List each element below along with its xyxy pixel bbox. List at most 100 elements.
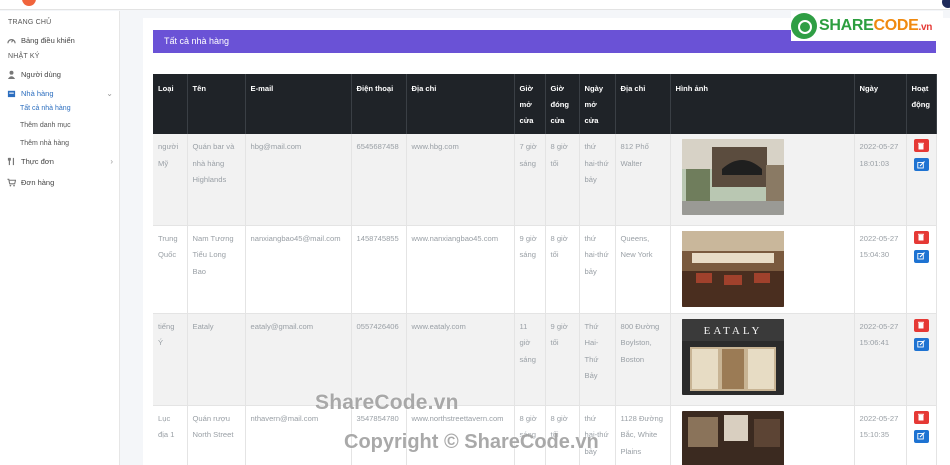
- cell-image: [670, 405, 855, 465]
- restaurant-image: [681, 410, 784, 465]
- column-header[interactable]: Giờ đóng cửa: [545, 74, 580, 134]
- cell-date: 2022-05-27 15:06:41: [854, 313, 907, 406]
- brand-accent: CODE: [873, 17, 919, 34]
- sidebar-item-label: Đơn hàng: [21, 177, 55, 187]
- watermark-title: ShareCode.vn: [315, 391, 459, 414]
- cell-image: EATALY: [670, 313, 855, 406]
- column-header[interactable]: Giờ mở cửa: [514, 74, 546, 134]
- app-logo[interactable]: [22, 0, 36, 6]
- sidebar-item-orders[interactable]: Đơn hàng: [0, 174, 119, 190]
- restaurants-table: Loại Tên E-mail Điện thoại Địa chỉ Giờ m…: [153, 74, 937, 465]
- column-header[interactable]: Hình ảnh: [670, 74, 855, 134]
- column-header[interactable]: Ngày mở cửa: [579, 74, 616, 134]
- restaurant-image: [681, 139, 784, 215]
- cell-email: hbg@mail.com: [245, 134, 352, 226]
- cell-open-time: 9 giờ sáng: [514, 225, 546, 314]
- edit-icon: [917, 252, 925, 260]
- column-header[interactable]: Loại: [153, 74, 188, 134]
- cell-actions: [906, 313, 937, 406]
- restaurant-icon: [7, 89, 16, 98]
- cell-open-days: Thứ Hai-Thứ Bảy: [579, 313, 616, 406]
- user-icon: [7, 70, 16, 79]
- table-row: Trung Quốc Nam Tương Tiểu Long Bao nanxi…: [153, 225, 937, 314]
- cell-open-days: thứ hai-thứ bảy: [579, 225, 616, 314]
- cell-email: nanxiangbao45@mail.com: [245, 225, 352, 314]
- cell-open-time: 11 giờ sáng: [514, 313, 546, 406]
- sign-text: EATALY: [703, 325, 762, 337]
- trash-icon: [918, 142, 924, 149]
- cell-phone: 6545687458: [351, 134, 407, 226]
- edit-button[interactable]: [913, 337, 929, 351]
- cell-close-time: 8 giờ tối: [545, 225, 580, 314]
- delete-button[interactable]: [913, 139, 929, 152]
- edit-button[interactable]: [913, 249, 929, 263]
- edit-button[interactable]: [913, 158, 929, 171]
- cell-open-time: 7 giờ sáng: [514, 134, 546, 226]
- brand-text: SHARECODE.vn: [819, 17, 932, 35]
- edit-button[interactable]: [913, 429, 929, 443]
- cell-date: 2022-05-27 15:10:35: [854, 405, 907, 465]
- delete-button[interactable]: [913, 410, 929, 424]
- cart-icon: [7, 178, 16, 187]
- cell-type: Trung Quốc: [153, 225, 188, 314]
- restaurant-image: [681, 230, 784, 307]
- column-header[interactable]: Hoạt động: [906, 74, 937, 134]
- cell-actions: [906, 405, 937, 465]
- table-row: tiếng Ý Eataly eataly@gmail.com 05574264…: [153, 313, 937, 406]
- column-header[interactable]: Địa chỉ: [406, 74, 515, 134]
- column-header[interactable]: Địa chỉ: [615, 74, 671, 134]
- edit-icon: [917, 432, 925, 440]
- sidebar-subitem-add-restaurant[interactable]: Thêm nhà hàng: [0, 135, 119, 153]
- brand-icon: [791, 13, 817, 39]
- column-header[interactable]: Tên: [187, 74, 246, 134]
- cell-image: [670, 225, 855, 314]
- sidebar-section-home: TRANG CHỦ: [8, 19, 52, 26]
- sidebar-subitem-all-restaurants[interactable]: Tất cả nhà hàng: [0, 101, 119, 117]
- sidebar-item-users[interactable]: Người dùng: [0, 66, 119, 82]
- cutlery-icon: [7, 157, 16, 166]
- sidebar-item-dashboard[interactable]: Bảng điều khiển: [0, 32, 119, 48]
- watermark-copyright: Copyright © ShareCode.vn: [344, 431, 599, 453]
- edit-icon: [917, 160, 925, 168]
- trash-icon: [918, 321, 924, 329]
- trash-icon: [918, 233, 924, 241]
- cell-website: www.nanxiangbao45.com: [406, 225, 515, 314]
- brand-tld: .vn: [918, 22, 933, 33]
- delete-button[interactable]: [913, 318, 929, 332]
- cell-type: tiếng Ý: [153, 313, 188, 406]
- column-header[interactable]: Ngày: [854, 74, 907, 134]
- cell-open-days: thứ hai-thứ bảy: [579, 134, 616, 226]
- sidebar-item-label: Bảng điều khiển: [21, 35, 75, 45]
- cell-type: Lục địa 1: [153, 405, 188, 465]
- sidebar-subitem-add-category[interactable]: Thêm danh mục: [0, 117, 119, 135]
- column-header[interactable]: E-mail: [245, 74, 352, 134]
- sidebar-section-log: NHẬT KÝ: [8, 53, 40, 60]
- chevron-right-icon: ›: [110, 156, 113, 166]
- cell-date: 2022-05-27 15:04:30: [854, 225, 907, 314]
- cell-phone: 1458745855: [351, 225, 407, 314]
- edit-icon: [917, 340, 925, 348]
- user-avatar[interactable]: [942, 0, 950, 8]
- cell-name: Eataly: [187, 313, 246, 406]
- trash-icon: [918, 413, 924, 421]
- cell-close-time: 9 giờ tối: [545, 313, 580, 406]
- delete-button[interactable]: [913, 230, 929, 244]
- dashboard-icon: [7, 36, 16, 45]
- sidebar-item-restaurants[interactable]: Nhà hàng ⌄: [0, 85, 119, 101]
- sidebar: TRANG CHỦ Bảng điều khiển NHẬT KÝ Người …: [0, 11, 120, 465]
- table-row: người Mỹ Quán bar và nhà hàng Highlands …: [153, 134, 937, 226]
- cell-image: [670, 134, 855, 226]
- cell-address: Queens, New York: [615, 225, 671, 314]
- chevron-down-icon: ⌄: [106, 88, 113, 98]
- sidebar-item-label: Nhà hàng: [21, 88, 54, 98]
- cell-actions: [906, 225, 937, 314]
- restaurant-image: EATALY: [681, 318, 784, 395]
- cell-address: 1128 Đường Bắc, White Plains: [615, 405, 671, 465]
- cell-website: www.hbg.com: [406, 134, 515, 226]
- sidebar-item-menu[interactable]: Thực đơn ›: [0, 153, 119, 169]
- cell-close-time: 8 giờ tối: [545, 134, 580, 226]
- cell-name: Quán bar và nhà hàng Highlands: [187, 134, 246, 226]
- cell-type: người Mỹ: [153, 134, 188, 226]
- cell-name: Quán rượu North Street: [187, 405, 246, 465]
- column-header[interactable]: Điện thoại: [351, 74, 407, 134]
